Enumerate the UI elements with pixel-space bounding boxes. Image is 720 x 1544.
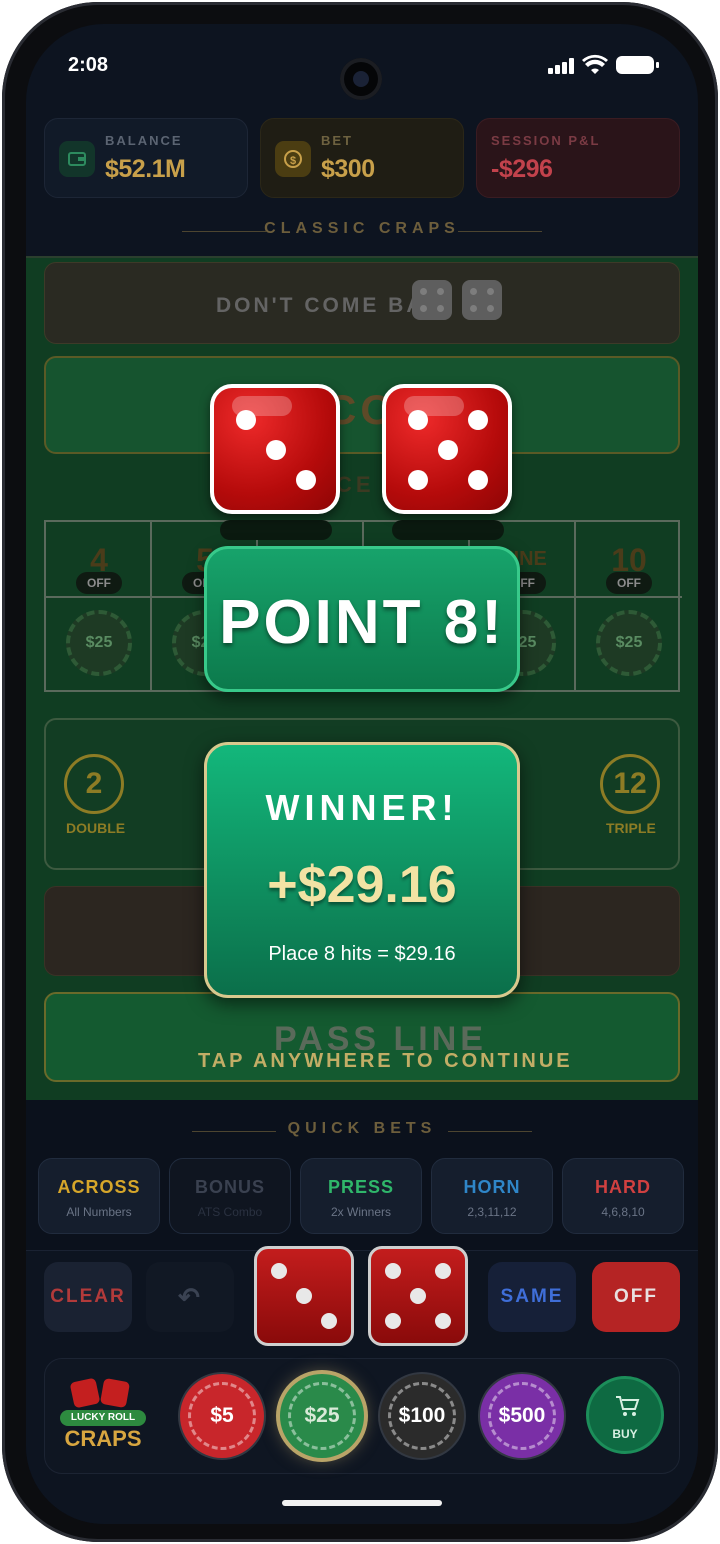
status-time: 2:08 (68, 54, 109, 76)
quick-bet-sub: All Numbers (66, 1205, 132, 1219)
same-button[interactable]: SAME (488, 1262, 576, 1332)
die-shadow-right (392, 520, 504, 540)
place-off-badge[interactable]: OFF (76, 572, 122, 594)
field-2-circle: 2 (64, 754, 124, 814)
balance-value: $52.1M (105, 155, 186, 183)
quick-bet-label: BONUS (194, 1177, 265, 1197)
point-banner: POINT 8! (204, 546, 520, 692)
quick-bet-sub: 2x Winners (330, 1205, 392, 1219)
quick-bet-sub: 4,6,8,10 (601, 1205, 645, 1219)
quick-bet-label: HORN (463, 1177, 521, 1197)
svg-text:$: $ (290, 155, 296, 167)
tap-to-continue[interactable]: TAP ANYWHERE TO CONTINUE (198, 1050, 573, 1073)
logo-line1: LUCKY ROLL (60, 1410, 146, 1426)
quick-bet-label: HARD (595, 1177, 651, 1197)
status-bar: 2:08 (26, 24, 698, 104)
field-2-label: DOUBLE (66, 820, 126, 836)
wallet-icon (59, 141, 95, 177)
logo-dice-icon (69, 1377, 101, 1409)
quick-bet-button[interactable]: HARD 4,6,8,10 (562, 1158, 684, 1234)
game-title: CLASSIC CRAPS (182, 220, 542, 242)
chip-2[interactable]: $100 (380, 1374, 464, 1458)
small-die-1[interactable] (254, 1246, 354, 1346)
undo-button[interactable]: ↶ (146, 1262, 234, 1332)
quick-bet-sub: ATS Combo (197, 1205, 263, 1219)
bet-card: $ BET $300 (260, 118, 464, 198)
quick-bet-label: ACROSS (57, 1177, 141, 1197)
quick-bet-button[interactable]: PRESS 2x Winners (300, 1158, 422, 1234)
wifi-icon (582, 54, 608, 74)
buy-label: BUY (612, 1427, 638, 1441)
field-12-label: TRIPLE (606, 820, 656, 836)
logo-line2: CRAPS (64, 1426, 142, 1451)
place-chip[interactable]: $25 (596, 610, 662, 676)
balance-card: BALANCE $52.1M (44, 118, 248, 198)
coin-icon: $ (275, 141, 311, 177)
bet-label: BET (321, 133, 353, 148)
dont-come-label: DON'T COME BAR (216, 294, 443, 317)
logo-dice-icon-2 (99, 1377, 131, 1409)
quick-bet-label: PRESS (327, 1177, 395, 1197)
place-off-badge[interactable]: OFF (606, 572, 652, 594)
field-2-number: 2 (85, 767, 103, 800)
place-grid-line (150, 520, 152, 692)
chip-label: $25 (304, 1404, 340, 1427)
quick-bet-button[interactable]: ACROSS All Numbers (38, 1158, 160, 1234)
clear-button[interactable]: CLEAR (44, 1262, 132, 1332)
dont-come-die-2 (462, 280, 502, 320)
chip-0[interactable]: $5 (180, 1374, 264, 1458)
place-chip[interactable]: $25 (66, 610, 132, 676)
off-button[interactable]: OFF (592, 1262, 680, 1332)
quick-bets-title: QUICK BETS (192, 1120, 532, 1142)
front-camera (340, 58, 382, 100)
field-12-number: 12 (613, 767, 647, 800)
rolled-die-2 (382, 384, 512, 514)
chip-label: $5 (210, 1404, 234, 1427)
session-pnl-card: SESSION P&L -$296 (476, 118, 680, 198)
balance-label: BALANCE (105, 133, 183, 148)
rolled-die-1 (210, 384, 340, 514)
die-shadow-left (220, 520, 332, 540)
signal-icon (548, 58, 576, 74)
game-logo: LUCKY ROLL CRAPS (58, 1376, 148, 1458)
winner-popup[interactable]: WINNER! +$29.16 Place 8 hits = $29.16 (204, 742, 520, 998)
chip-3[interactable]: $500 (480, 1374, 564, 1458)
home-indicator[interactable] (282, 1500, 442, 1506)
winner-title: WINNER! (265, 787, 459, 828)
bet-value: $300 (321, 155, 375, 183)
game-screen[interactable]: 2:08 BALANCE $52.1M $ BET $300 SESSION P… (26, 24, 698, 1524)
place-label-partial: CE (336, 472, 375, 497)
buy-button[interactable]: BUY (586, 1376, 664, 1454)
pnl-value: -$296 (491, 155, 553, 183)
pnl-label: SESSION P&L (491, 133, 601, 148)
cart-icon (616, 1396, 640, 1416)
winner-amount: +$29.16 (267, 856, 457, 914)
dont-come-die-1 (412, 280, 452, 320)
winner-detail: Place 8 hits = $29.16 (268, 943, 456, 965)
point-banner-text: POINT 8! (219, 588, 505, 657)
chip-label: $100 (398, 1404, 446, 1427)
phone-frame: 2:08 BALANCE $52.1M $ BET $300 SESSION P… (2, 2, 718, 1542)
quick-bet-button[interactable]: BONUS ATS Combo (169, 1158, 291, 1234)
field-12-circle: 12 (600, 754, 660, 814)
quick-bet-sub: 2,3,11,12 (467, 1205, 517, 1219)
battery-icon (616, 56, 659, 74)
chip-1[interactable]: $25 (280, 1374, 364, 1458)
small-die-2[interactable] (368, 1246, 468, 1346)
quick-bet-button[interactable]: HORN 2,3,11,12 (431, 1158, 553, 1234)
chip-label: $500 (498, 1404, 546, 1427)
place-grid-line (574, 520, 576, 692)
